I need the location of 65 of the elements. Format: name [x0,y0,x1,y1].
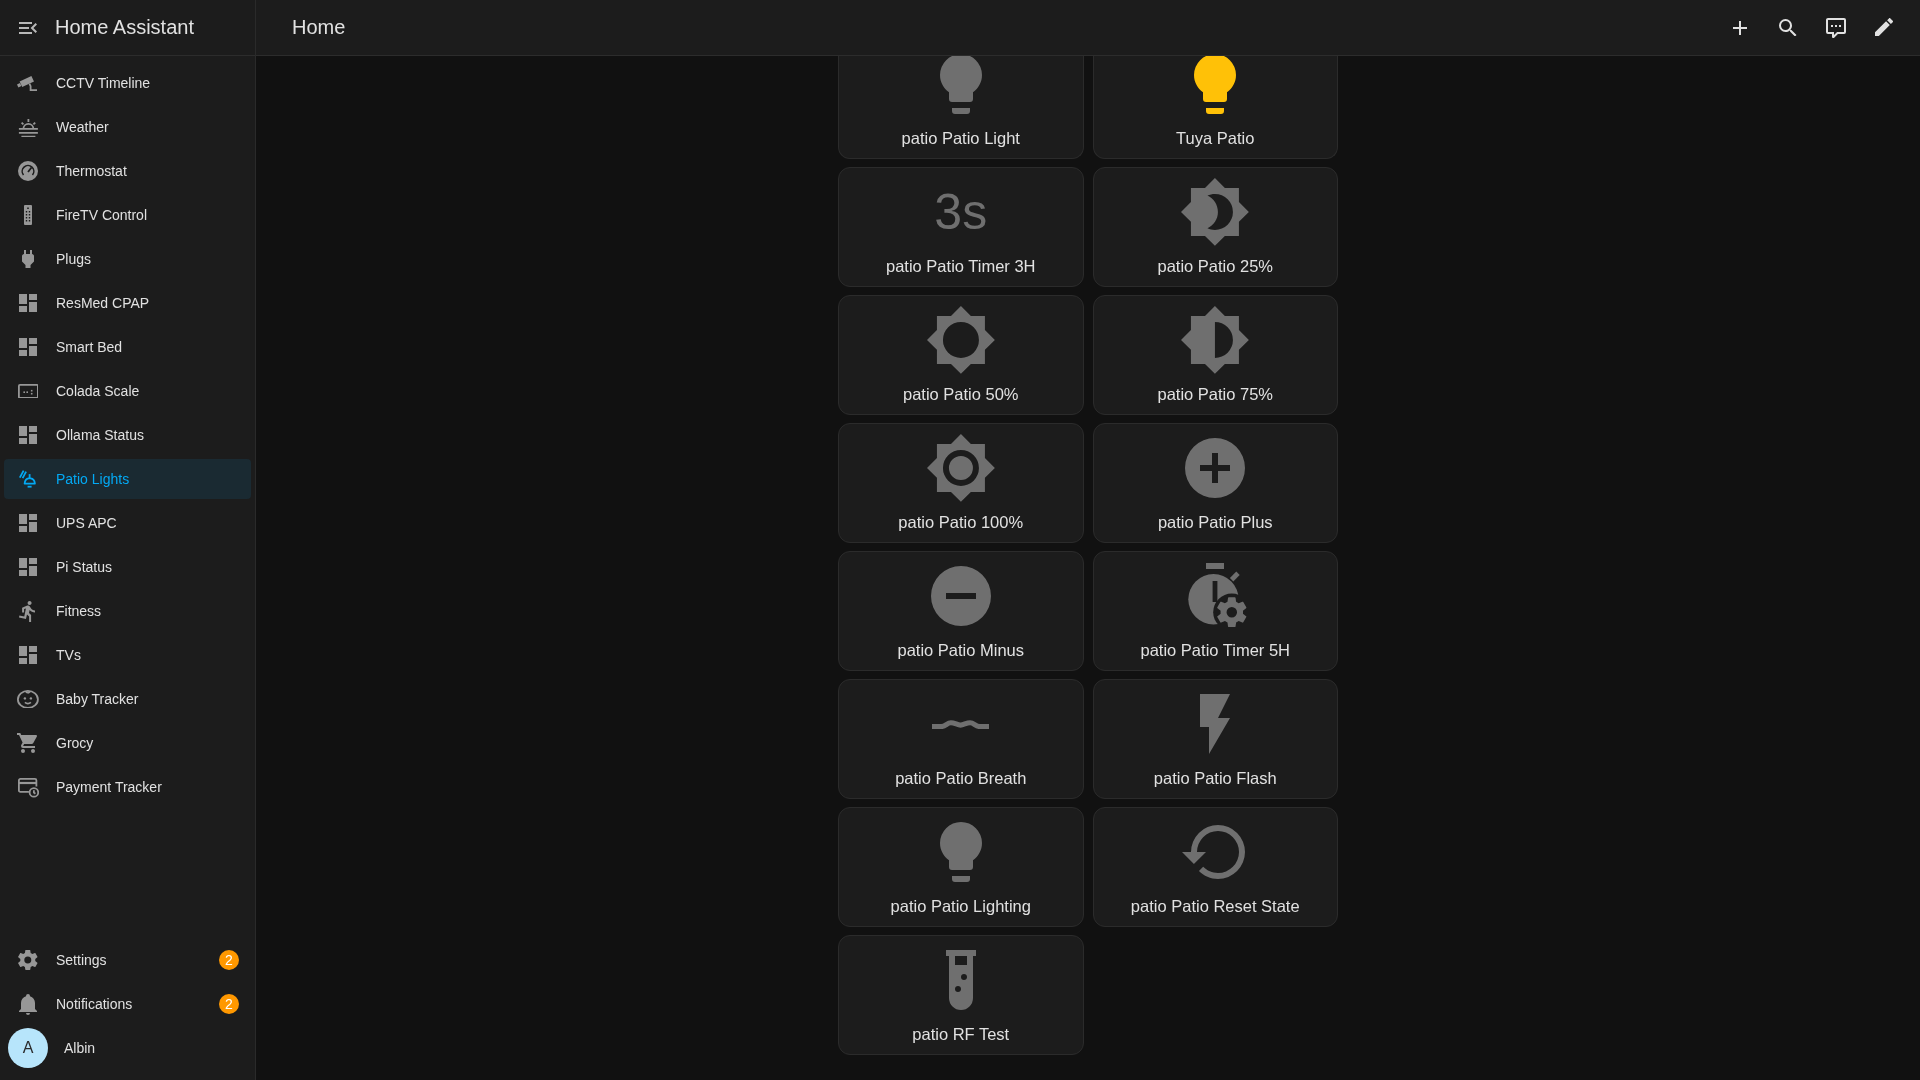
sidebar-item[interactable]: FireTV Control [4,195,251,235]
sidebar-item[interactable]: Plugs [4,239,251,279]
entity-button[interactable]: patio Patio Plus [1092,423,1338,543]
bell-icon [19,994,37,1015]
tile-glyph: 3s [934,187,988,237]
chat-bubble-icon [1826,17,1846,38]
sidebar-item[interactable]: Smart Bed [4,327,251,367]
pencil-icon [1875,18,1893,37]
sidebar-item[interactable]: Pi Status [4,547,251,587]
count-badge: 2 [219,950,239,970]
sidebar-item[interactable]: Grocy [4,723,251,763]
entity-button[interactable]: 3s patio Patio Timer 3H [838,167,1084,287]
menu-icon [19,21,37,34]
plus-icon [1733,20,1747,35]
page-title: Home [292,16,346,39]
dashboard-grid-icon [19,294,37,312]
sidebar-item[interactable]: Baby Tracker [4,679,251,719]
sidebar-item[interactable]: Colada Scale [4,371,251,411]
entity-button[interactable]: patio Patio 50% [838,295,1084,415]
sidebar-item[interactable]: TVs [4,635,251,675]
entity-button[interactable]: patio Patio Minus [838,551,1084,671]
dashboard-grid-icon [19,426,37,444]
dashboard-grid-icon [19,514,37,532]
dashboard-grid-icon [19,646,37,664]
sidebar-item[interactable]: Weather [4,107,251,147]
card-clock-icon [17,778,39,798]
settings-icon [18,950,38,970]
entity-button[interactable]: patio Patio 100% [838,423,1084,543]
sidebar-item[interactable]: Patio Lights [4,459,251,499]
sidebar-item[interactable]: Ollama Status [4,415,251,455]
dashboard-grid-icon [19,338,37,356]
entity-button[interactable]: patio Patio Flash [1092,679,1338,799]
gauge-icon [18,161,38,181]
sidebar-item[interactable]: Fitness [4,591,251,631]
sunset-icon [17,117,39,138]
app-title: Home Assistant [55,16,194,39]
search-icon [1779,18,1797,36]
user-avatar: A [8,1028,48,1068]
remote-control-icon [24,205,32,225]
entity-button[interactable]: patio Patio Lighting [838,807,1084,927]
sidebar-item[interactable]: Notifications 2 [4,984,251,1024]
entity-button[interactable]: patio Patio Light [838,56,1084,159]
hanging-lamp-icon [18,470,36,488]
entity-button[interactable]: patio Patio Timer 5H [1092,551,1338,671]
entity-button[interactable]: patio RF Test [838,935,1084,1055]
profile-item[interactable]: A Albin [4,1028,251,1068]
entity-button[interactable]: patio Patio Reset State [1092,807,1338,927]
sidebar-item[interactable]: Payment Tracker [4,767,251,807]
sidebar-item[interactable]: CCTV Timeline [4,63,251,103]
sidebar-item[interactable]: Thermostat [4,151,251,191]
entity-button[interactable]: patio Patio 75% [1092,295,1338,415]
entity-button[interactable]: Tuya Patio [1092,56,1338,159]
running-person-icon [18,600,35,622]
sidebar-item[interactable]: Settings 2 [4,940,251,980]
dashboard-grid-icon [19,558,37,576]
sidebar-item[interactable]: UPS APC [4,503,251,543]
entity-button[interactable]: patio Patio 25% [1092,167,1338,287]
cart-icon [17,733,37,753]
plug-icon [22,250,34,268]
count-badge: 2 [219,994,239,1014]
sidebar-item[interactable]: ResMed CPAP [4,283,251,323]
baby-face-icon [17,689,39,709]
rectangle-dots-icon [17,383,39,399]
security-camera-icon [17,75,38,91]
entity-button[interactable]: patio Patio Breath [838,679,1084,799]
